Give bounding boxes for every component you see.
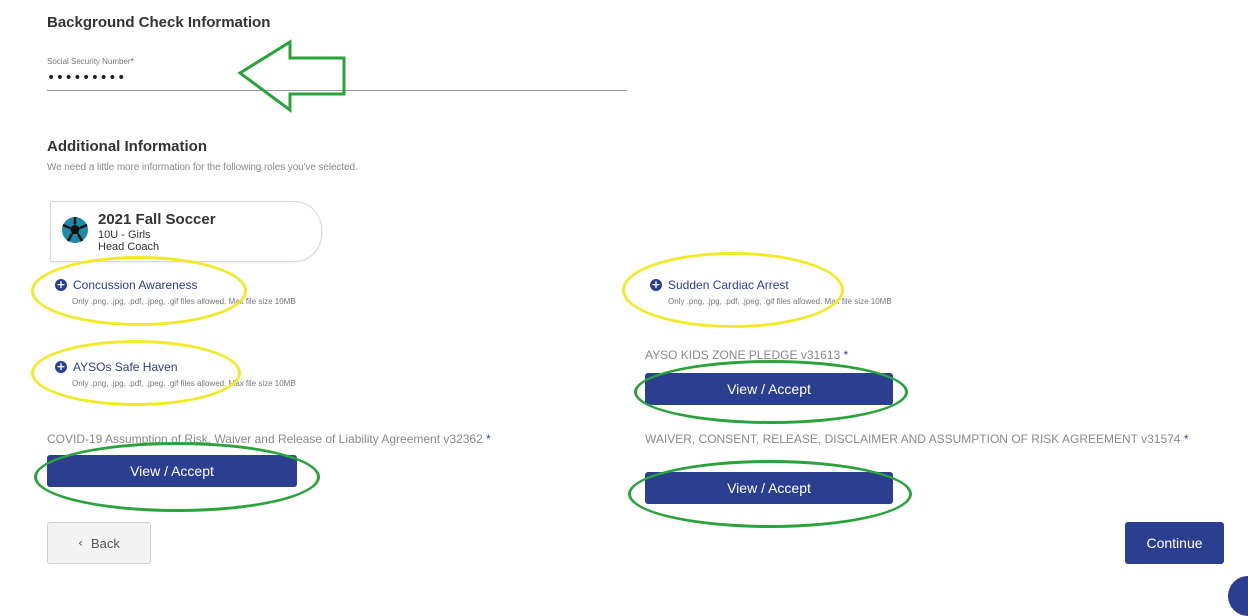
chat-bubble-icon[interactable] — [1228, 576, 1248, 616]
waiver-kids-zone-label: AYSO KIDS ZONE PLEDGE v31613 * — [645, 348, 849, 362]
upload-sudden-cardiac-arrest[interactable]: + Sudden Cardiac Arrest — [650, 278, 789, 292]
waiver-consent-release-label: WAIVER, CONSENT, RELEASE, DISCLAIMER AND… — [645, 432, 1189, 446]
chevron-left-icon: ‹ — [78, 536, 83, 550]
additional-info-subtitle: We need a little more information for th… — [47, 162, 358, 173]
view-accept-covid-button[interactable]: View / Accept — [47, 455, 297, 487]
arrow-annotation-icon — [237, 39, 346, 113]
upload-concussion-awareness[interactable]: + Concussion Awareness — [55, 278, 198, 292]
program-role: Head Coach — [98, 241, 160, 253]
view-accept-consent-release-button[interactable]: View / Accept — [645, 472, 893, 504]
background-check-title: Background Check Information — [47, 14, 271, 31]
upload-note: Only .png, .jpg, .pdf, .jpeg, .gif files… — [668, 297, 892, 306]
soccer-ball-icon — [62, 217, 88, 243]
upload-note: Only .png, .jpg, .pdf, .jpeg, .gif files… — [72, 297, 296, 306]
program-card: 2021 Fall Soccer 10U - Girls Head Coach — [50, 201, 322, 262]
program-name: 2021 Fall Soccer — [98, 211, 216, 228]
additional-info-title: Additional Information — [47, 138, 207, 155]
plus-circle-icon: + — [650, 278, 662, 291]
back-button[interactable]: ‹ Back — [47, 522, 151, 564]
ssn-label: Social Security Number* — [47, 57, 134, 66]
view-accept-kids-zone-button[interactable]: View / Accept — [645, 373, 893, 405]
continue-button[interactable]: Continue — [1125, 522, 1224, 564]
waiver-covid-label: COVID-19 Assumption of Risk, Waiver and … — [47, 432, 491, 446]
plus-circle-icon: + — [55, 360, 67, 373]
program-division: 10U - Girls — [98, 229, 151, 241]
upload-aysos-safe-haven[interactable]: + AYSOs Safe Haven — [55, 360, 178, 374]
plus-circle-icon: + — [55, 278, 67, 291]
upload-note: Only .png, .jpg, .pdf, .jpeg, .gif files… — [72, 379, 296, 388]
